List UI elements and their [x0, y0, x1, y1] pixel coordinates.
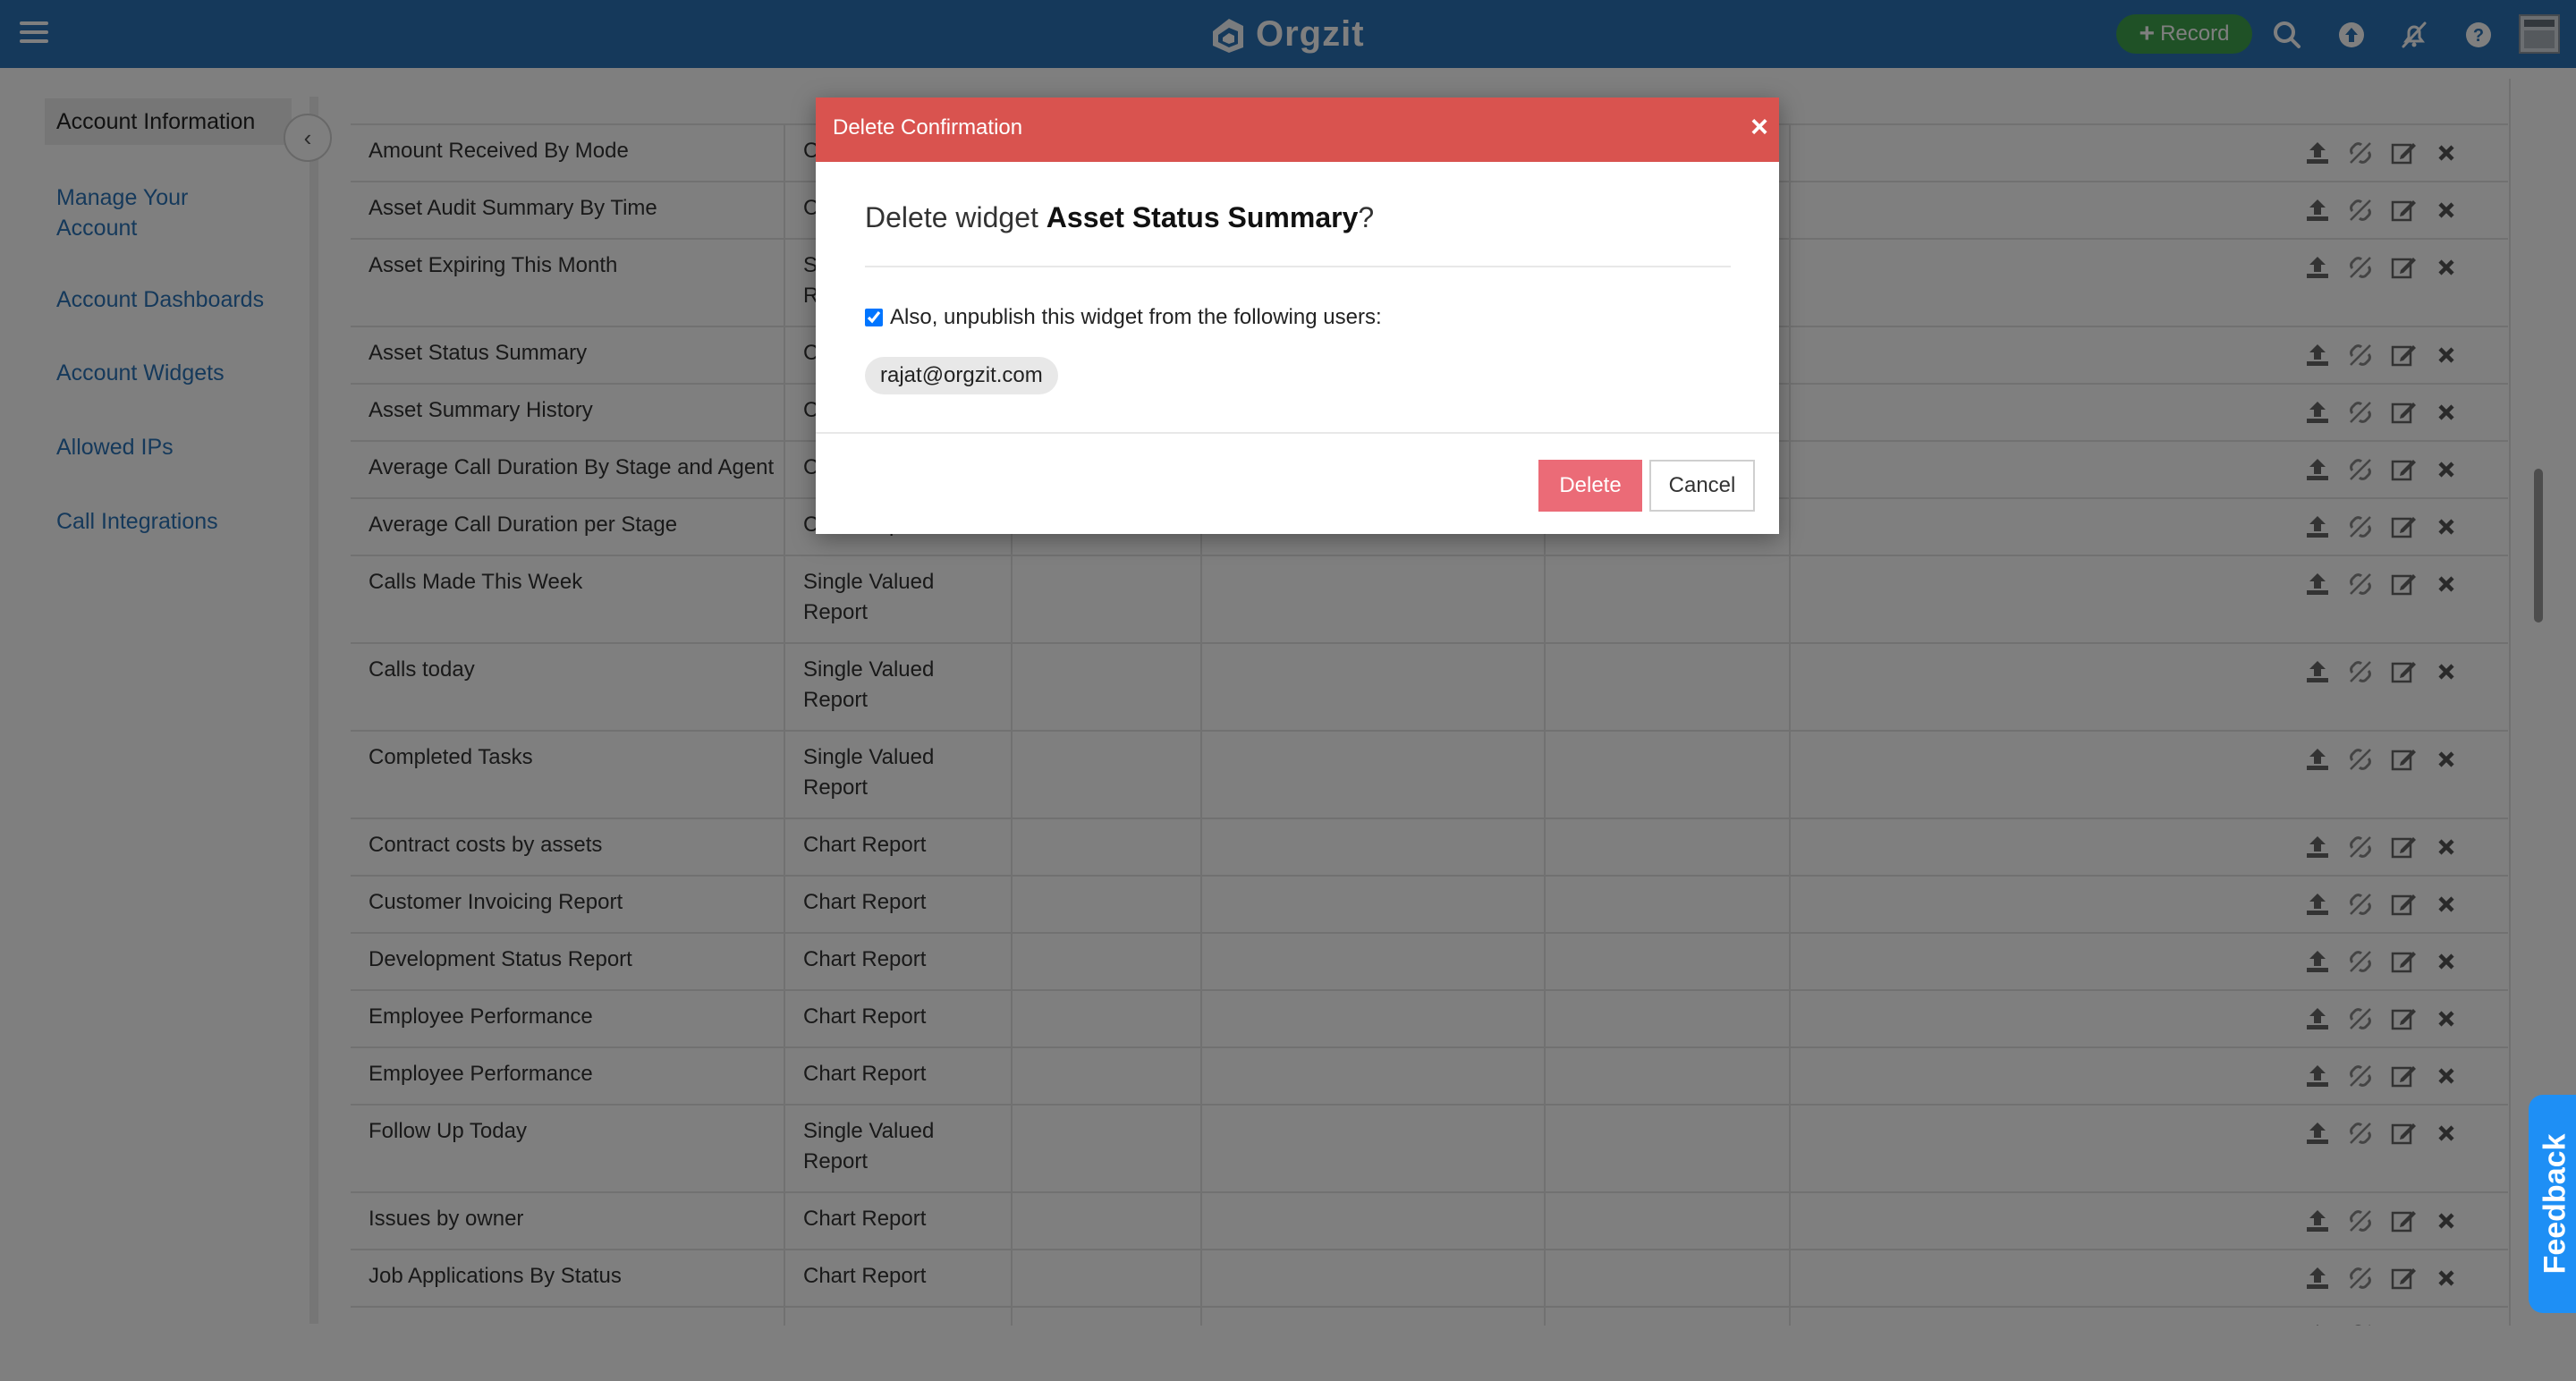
feedback-tab[interactable]: Feedback: [2529, 1095, 2576, 1313]
dialog-header: Delete Confirmation ×: [816, 97, 1779, 162]
close-icon[interactable]: ×: [1750, 112, 1768, 142]
divider: [865, 266, 1731, 267]
unpublish-checkbox-label: Also, unpublish this widget from the fol…: [890, 305, 1382, 329]
unpublish-checkbox[interactable]: [865, 309, 883, 326]
feedback-label: Feedback: [2538, 1133, 2572, 1275]
delete-confirmation-dialog: Delete Confirmation × Delete widget Asse…: [816, 97, 1779, 534]
dialog-question: Delete widget Asset Status Summary?: [865, 201, 1374, 234]
divider: [816, 432, 1779, 434]
unpublish-option[interactable]: Also, unpublish this widget from the fol…: [865, 305, 1382, 330]
cancel-button[interactable]: Cancel: [1649, 460, 1755, 512]
widget-name: Asset Status Summary: [1046, 201, 1359, 233]
dialog-title: Delete Confirmation: [833, 115, 1023, 140]
delete-button[interactable]: Delete: [1538, 460, 1642, 512]
question-prefix: Delete widget: [865, 201, 1046, 233]
question-suffix: ?: [1358, 201, 1375, 233]
user-chip: rajat@orgzit.com: [865, 357, 1058, 394]
